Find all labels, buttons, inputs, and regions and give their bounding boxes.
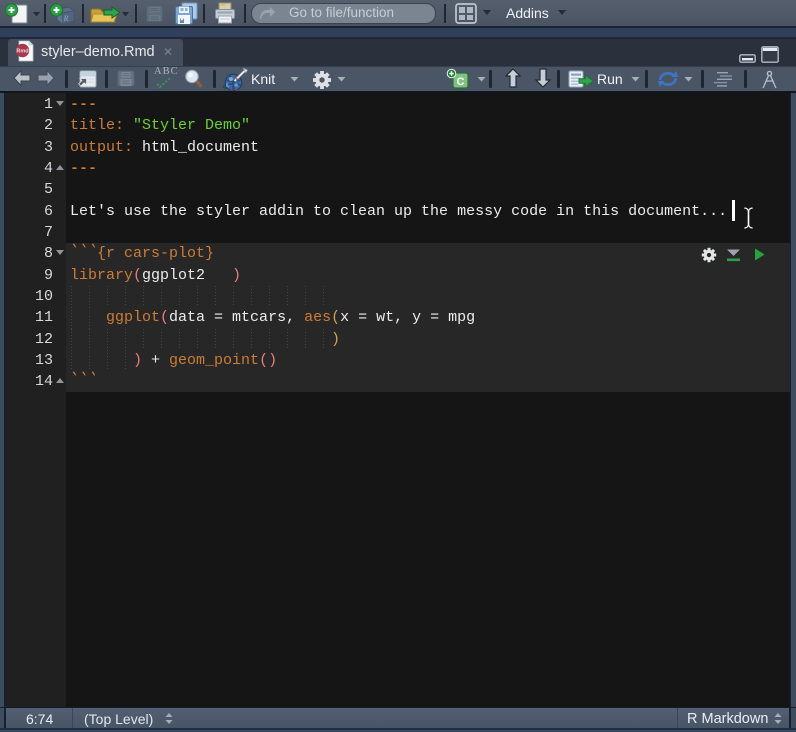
svg-text:Rmd: Rmd — [16, 49, 28, 55]
svg-text:R: R — [62, 14, 69, 23]
svg-text:C: C — [457, 76, 465, 88]
